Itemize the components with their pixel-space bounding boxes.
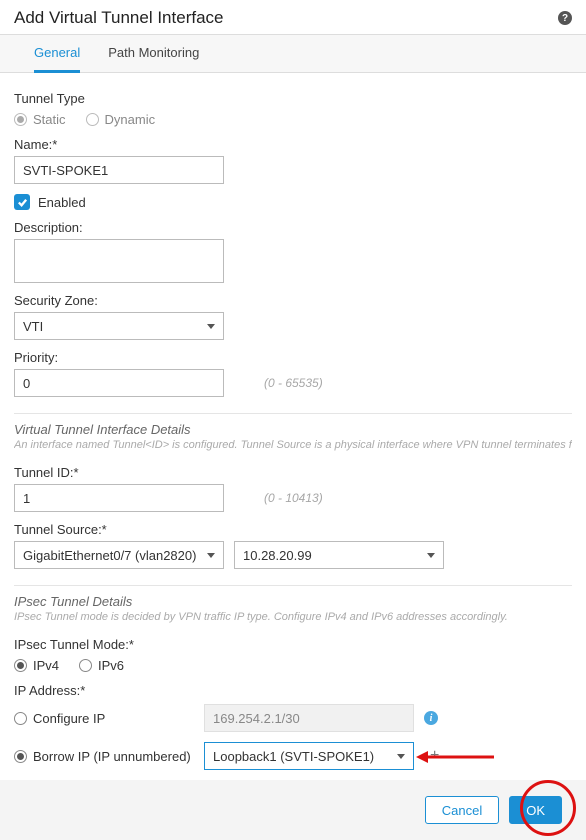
tab-general[interactable]: General (34, 35, 80, 73)
vti-section-desc: An interface named Tunnel<ID> is configu… (14, 439, 572, 451)
security-zone-select[interactable]: VTI (14, 312, 224, 340)
description-input[interactable] (14, 239, 224, 283)
tabs: General Path Monitoring (0, 34, 586, 73)
radio-static[interactable] (14, 113, 27, 126)
enabled-label: Enabled (38, 195, 86, 210)
enabled-checkbox[interactable] (14, 194, 30, 210)
tunnel-id-input[interactable] (14, 484, 224, 512)
vti-section-title: Virtual Tunnel Interface Details (14, 422, 572, 437)
chevron-down-icon (427, 553, 435, 558)
name-label: Name:* (14, 137, 572, 152)
radio-dynamic-label: Dynamic (105, 112, 156, 127)
radio-configure-ip[interactable] (14, 712, 27, 725)
configure-ip-value: 169.254.2.1/30 (204, 704, 414, 732)
security-zone-value: VTI (23, 319, 43, 334)
ipsec-section-title: IPsec Tunnel Details (14, 594, 572, 609)
tunnel-id-hint: (0 - 10413) (264, 491, 323, 505)
priority-input[interactable] (14, 369, 224, 397)
tunnel-id-label: Tunnel ID:* (14, 465, 572, 480)
ipsec-mode-label: IPsec Tunnel Mode:* (14, 637, 572, 652)
radio-static-label: Static (33, 112, 66, 127)
add-icon[interactable]: + (430, 747, 439, 765)
radio-ipv6-label: IPv6 (98, 658, 124, 673)
tunnel-source-ip-select[interactable]: 10.28.20.99 (234, 541, 444, 569)
priority-hint: (0 - 65535) (264, 376, 323, 390)
cancel-button[interactable]: Cancel (425, 796, 499, 824)
chevron-down-icon (397, 754, 405, 759)
ip-address-label: IP Address:* (14, 683, 572, 698)
tab-path-monitoring[interactable]: Path Monitoring (108, 35, 199, 72)
radio-ipv6[interactable] (79, 659, 92, 672)
info-icon[interactable]: i (424, 711, 438, 725)
tunnel-source-iface-select[interactable]: GigabitEthernet0/7 (vlan2820) (14, 541, 224, 569)
help-icon[interactable]: ? (558, 11, 572, 25)
radio-dynamic[interactable] (86, 113, 99, 126)
security-zone-label: Security Zone: (14, 293, 572, 308)
borrow-ip-value: Loopback1 (SVTI-SPOKE1) (213, 749, 374, 764)
radio-borrow-ip-label: Borrow IP (IP unnumbered) (33, 749, 191, 764)
ipsec-section-desc: IPsec Tunnel mode is decided by VPN traf… (14, 611, 572, 623)
chevron-down-icon (207, 553, 215, 558)
chevron-down-icon (207, 324, 215, 329)
radio-ipv4-label: IPv4 (33, 658, 59, 673)
radio-borrow-ip[interactable] (14, 750, 27, 763)
radio-ipv4[interactable] (14, 659, 27, 672)
name-input[interactable] (14, 156, 224, 184)
tunnel-type-label: Tunnel Type (14, 91, 572, 106)
priority-label: Priority: (14, 350, 572, 365)
tunnel-source-iface-value: GigabitEthernet0/7 (vlan2820) (23, 548, 196, 563)
tunnel-source-label: Tunnel Source:* (14, 522, 572, 537)
borrow-ip-select[interactable]: Loopback1 (SVTI-SPOKE1) (204, 742, 414, 770)
radio-configure-ip-label: Configure IP (33, 711, 105, 726)
description-label: Description: (14, 220, 572, 235)
arrow-annotation (414, 747, 494, 767)
dialog-title: Add Virtual Tunnel Interface (14, 8, 224, 28)
ok-button[interactable]: OK (509, 796, 562, 824)
tunnel-source-ip-value: 10.28.20.99 (243, 548, 312, 563)
